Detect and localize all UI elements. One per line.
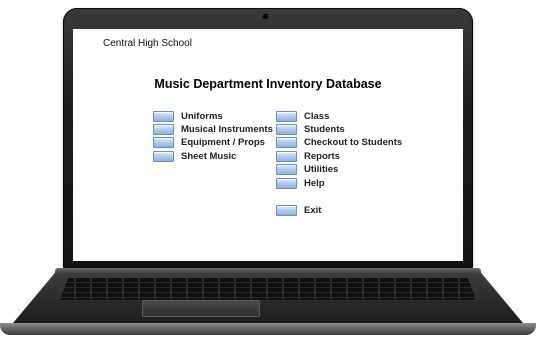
laptop-lid: Central High School Music Department Inv… bbox=[63, 8, 473, 270]
equipment-props-button[interactable] bbox=[153, 136, 174, 148]
page-title: Music Department Inventory Database bbox=[154, 77, 382, 91]
class-button[interactable] bbox=[276, 110, 297, 122]
menu-item-equipment-props[interactable]: Equipment / Props bbox=[153, 136, 265, 148]
uniforms-button[interactable] bbox=[153, 110, 174, 122]
webcam-icon bbox=[263, 14, 268, 19]
touchpad bbox=[142, 300, 260, 317]
menu-label: Utilities bbox=[304, 163, 339, 175]
musical-instruments-button[interactable] bbox=[153, 123, 174, 135]
menu-label: Exit bbox=[304, 204, 322, 216]
menu-label: Class bbox=[304, 110, 330, 122]
menu-label: Equipment / Props bbox=[181, 136, 265, 148]
menu-label: Students bbox=[304, 123, 345, 135]
keyboard-rows bbox=[60, 278, 476, 300]
reports-button[interactable] bbox=[276, 150, 297, 162]
menu-label: Reports bbox=[304, 150, 340, 162]
checkout-to-students-button[interactable] bbox=[276, 136, 297, 148]
menu-item-musical-instruments[interactable]: Musical Instruments bbox=[153, 123, 273, 135]
school-name: Central High School bbox=[103, 38, 192, 49]
menu-label: Sheet Music bbox=[181, 150, 237, 162]
menu-item-class[interactable]: Class bbox=[276, 110, 329, 122]
menu-item-sheet-music[interactable]: Sheet Music bbox=[153, 150, 236, 162]
laptop-front-edge bbox=[0, 323, 536, 335]
laptop-screen: Central High School Music Department Inv… bbox=[73, 29, 463, 261]
menu-item-exit[interactable]: Exit bbox=[276, 204, 321, 216]
menu-label: Checkout to Students bbox=[304, 136, 403, 148]
menu-item-uniforms[interactable]: Uniforms bbox=[153, 110, 223, 122]
menu-item-utilities[interactable]: Utilities bbox=[276, 163, 338, 175]
menu-label: Uniforms bbox=[181, 110, 223, 122]
menu-item-checkout-to-students[interactable]: Checkout to Students bbox=[276, 136, 402, 148]
menu-label: Musical Instruments bbox=[181, 123, 273, 135]
sheet-music-button[interactable] bbox=[153, 150, 174, 162]
menu-item-help[interactable]: Help bbox=[276, 177, 325, 189]
students-button[interactable] bbox=[276, 123, 297, 135]
help-button[interactable] bbox=[276, 177, 297, 189]
utilities-button[interactable] bbox=[276, 163, 297, 175]
menu-label: Help bbox=[304, 177, 325, 189]
exit-button[interactable] bbox=[276, 204, 297, 216]
menu-item-reports[interactable]: Reports bbox=[276, 150, 340, 162]
menu-item-students[interactable]: Students bbox=[276, 123, 345, 135]
